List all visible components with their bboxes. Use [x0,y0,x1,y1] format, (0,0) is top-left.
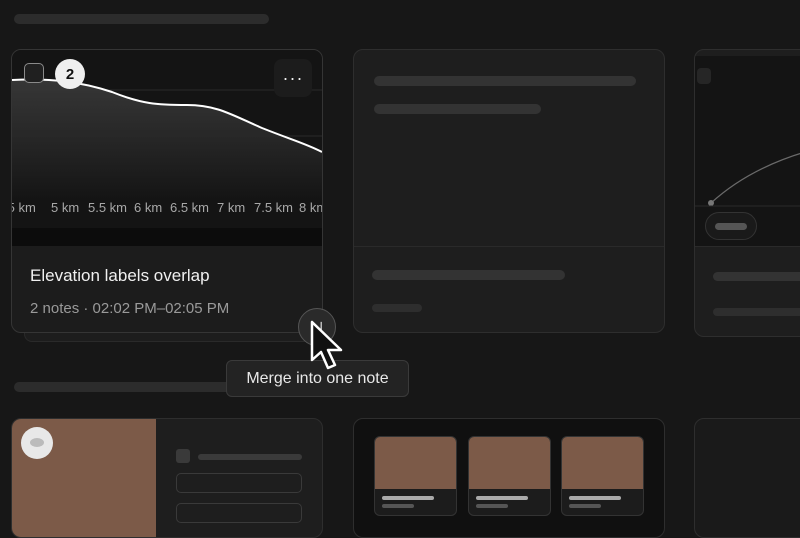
section-header-placeholder [14,382,244,392]
partial-chart-line [710,152,800,204]
x-tick-label: .5 km [12,200,36,215]
placeholder-field[interactable] [176,473,302,493]
placeholder-line [476,496,528,500]
note-card-partial[interactable] [694,49,800,337]
note-card-partial-bottom[interactable] [694,418,800,538]
placeholder-line [382,496,434,500]
placeholder-line [372,304,422,312]
partial-pill [705,212,757,240]
selected-count-badge: 2 [55,59,85,89]
x-axis-ticks: .5 km 5 km 5.5 km 6 km 6.5 km 7 km 7.5 km 8 km [12,200,322,216]
gallery-card[interactable] [353,418,665,538]
stack-shadow [24,333,312,342]
more-options-button[interactable]: ··· [274,59,312,97]
card-divider [695,246,800,247]
x-tick-label: 5.5 km [88,200,128,215]
placeholder-line [713,308,800,316]
partial-chart-point [708,200,714,206]
media-badge-dot [30,438,44,447]
placeholder-line [382,504,414,508]
placeholder-line [476,504,508,508]
x-tick-label: 7 km [217,200,246,215]
note-card-elevation[interactable]: .5 km5 km5.5 km6 km6.5 km7 km7.5 km8 km … [11,49,323,333]
x-tick-label: 7.5 km [254,200,294,215]
placeholder-line [569,504,601,508]
x-tick-label: 5 km [51,200,80,215]
small-tag [697,68,711,84]
placeholder-line [372,270,565,280]
card-media [695,56,800,246]
chart-toggle-icon[interactable] [176,449,190,463]
placeholder-line [374,104,541,114]
placeholder-line [569,496,621,500]
placeholder-line [713,272,800,281]
placeholder-line [374,76,636,86]
media-badge-icon[interactable] [21,427,53,459]
mouse-cursor-icon [310,320,343,370]
x-tick-label: 8 km [299,200,322,215]
gallery-thumbnail[interactable] [561,436,644,516]
more-icon: ··· [282,67,304,88]
partial-pill-bar [715,223,747,230]
x-tick-label: 6 km [134,200,163,215]
placeholder-field[interactable] [176,503,302,523]
gallery-thumbnail[interactable] [468,436,551,516]
chart-footer-band [12,228,322,246]
note-card-placeholder[interactable] [353,49,665,333]
card-divider [354,246,664,247]
x-tick-label: 6.5 km [170,200,210,215]
media-card[interactable] [11,418,323,538]
note-subtitle: 2 notes · 02:02 PM–02:05 PM [30,300,230,317]
section-header-placeholder [14,14,269,24]
placeholder-line [198,454,302,460]
gallery-thumbnail[interactable] [374,436,457,516]
select-checkbox[interactable] [24,63,44,83]
elevation-area [12,79,322,200]
note-title: Elevation labels overlap [30,266,210,285]
